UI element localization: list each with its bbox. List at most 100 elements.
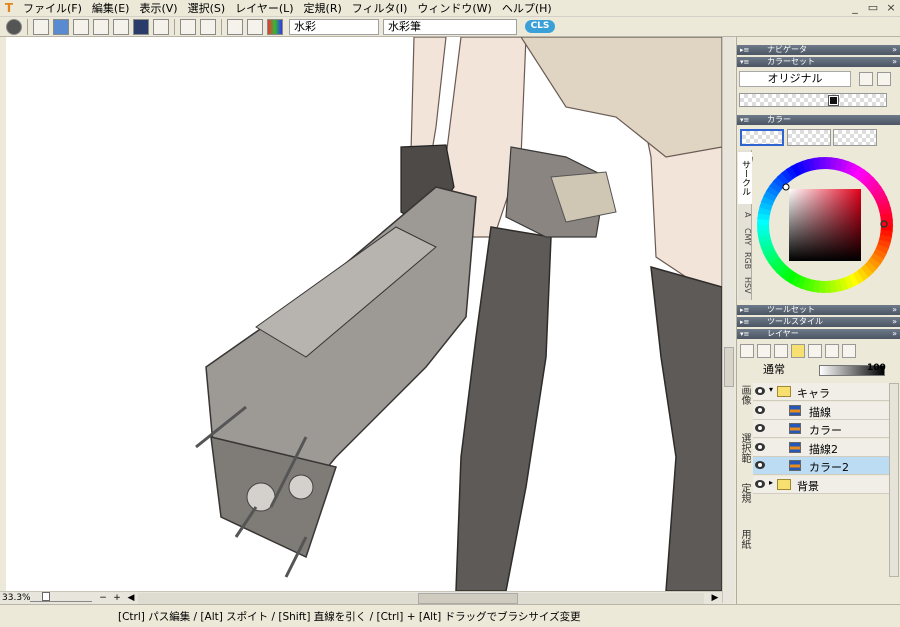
visibility-eye-icon[interactable] [755, 424, 765, 432]
vertical-scrollbar[interactable] [722, 37, 734, 603]
minimize-button[interactable]: _ [846, 0, 864, 17]
tab-selection[interactable]: 選択範 [738, 433, 752, 473]
visibility-eye-icon[interactable] [755, 387, 765, 395]
gear-icon[interactable] [6, 18, 22, 35]
new-folder-icon[interactable] [791, 344, 805, 358]
visibility-eye-icon[interactable] [755, 479, 765, 488]
zoom-out-button[interactable]: − [97, 593, 109, 604]
pen-pressure-icon[interactable] [93, 18, 109, 35]
visibility-eye-icon[interactable] [755, 442, 765, 451]
zoom-slider-knob[interactable] [42, 592, 50, 601]
colorset-panel-title[interactable]: ▾≡ カラーセット » [737, 57, 900, 67]
navigator-panel-title[interactable]: ▸≡ ナビゲータ » [737, 45, 900, 55]
layer-row[interactable]: カラー2 [753, 457, 889, 475]
toolset-panel-title[interactable]: ▸≡ ツールセット » [737, 305, 900, 315]
horizontal-scroll-track[interactable] [138, 592, 704, 604]
new-canvas-icon[interactable] [33, 18, 49, 35]
panel-toggle-icon[interactable]: ▾≡ [740, 57, 749, 67]
layer-row[interactable]: 描線 [753, 401, 889, 420]
artwork [195, 37, 722, 591]
tab-paper[interactable]: 用紙 [738, 529, 752, 559]
swatch-black[interactable] [828, 95, 839, 106]
sub-color-box[interactable] [787, 129, 831, 146]
main-color-box[interactable] [740, 129, 784, 146]
menu-file[interactable]: ファイル(F) [18, 0, 87, 17]
menu-ruler[interactable]: 定規(R) [299, 0, 347, 17]
menu-edit[interactable]: 編集(E) [87, 0, 135, 17]
scroll-right-arrow-icon[interactable]: ▶ [709, 593, 721, 604]
rotate-icon[interactable] [113, 18, 129, 35]
folder-expand-icon[interactable]: ▾ [769, 385, 773, 394]
camera-icon[interactable] [180, 18, 196, 35]
panel-toggle-icon[interactable]: ▸≡ [740, 317, 749, 327]
tab-rgb[interactable]: RGB [738, 250, 752, 272]
clip-studio-badge[interactable]: CLS [525, 20, 555, 33]
color-wheel[interactable] [757, 157, 893, 293]
palette-icon[interactable] [267, 18, 283, 35]
horizontal-scrollbar[interactable]: 33.3% − + ◀ ▶ [0, 591, 722, 604]
folder-expand-icon[interactable]: ▸ [769, 478, 773, 487]
panel-toggle-icon[interactable]: ▾≡ [740, 115, 749, 125]
tab-hsv[interactable]: HSV [738, 274, 752, 296]
close-button[interactable]: × [882, 0, 900, 17]
colorset-select[interactable]: オリジナル [739, 71, 851, 87]
transparency-icon[interactable] [153, 18, 169, 35]
checker-icon[interactable] [133, 18, 149, 35]
lock-icon[interactable] [825, 344, 839, 358]
pen-icon[interactable] [200, 18, 216, 35]
trash-icon[interactable] [808, 344, 822, 358]
layer-row[interactable]: ▸ 背景 [753, 475, 889, 494]
zoom-in-button[interactable]: + [111, 593, 123, 604]
toolstyle-panel-title[interactable]: ▸≡ ツールスタイル » [737, 317, 900, 327]
new-vector-layer-icon[interactable] [757, 344, 771, 358]
vertical-scroll-thumb[interactable] [724, 347, 734, 387]
horizontal-scroll-thumb[interactable] [418, 592, 518, 604]
colorset-swatches[interactable]: カ [739, 93, 887, 166]
panel-expand-icon[interactable]: » [892, 45, 897, 55]
panel-expand-icon[interactable]: » [892, 317, 897, 327]
restore-button[interactable]: ▭ [864, 0, 882, 17]
layer-panel-title[interactable]: ▾≡ レイヤー » [737, 329, 900, 339]
menu-filter[interactable]: フィルタ(I) [347, 0, 413, 17]
panel-expand-icon[interactable]: » [892, 305, 897, 315]
new-layer-icon[interactable] [740, 344, 754, 358]
layer-row[interactable]: ▾ キャラ [753, 383, 889, 401]
panel-expand-icon[interactable]: » [892, 329, 897, 339]
sv-cursor[interactable] [782, 183, 790, 191]
panel-toggle-icon[interactable]: ▸≡ [740, 305, 749, 315]
menu-view[interactable]: 表示(V) [134, 0, 182, 17]
layer-list-scrollbar[interactable] [889, 383, 899, 577]
menu-help[interactable]: ヘルプ(H) [497, 0, 557, 17]
panel-toggle-icon[interactable]: ▸≡ [740, 45, 749, 55]
tab-circle[interactable]: サークル [738, 152, 752, 204]
tab-image[interactable]: 画像 [738, 385, 752, 411]
layer-row[interactable]: 描線2 [753, 438, 889, 457]
colorset-new-icon[interactable] [877, 72, 891, 86]
window-icon[interactable] [53, 18, 69, 35]
menu-window[interactable]: ウィンドウ(W) [412, 0, 496, 17]
visibility-eye-icon[interactable] [755, 461, 765, 469]
visibility-eye-icon[interactable] [755, 405, 765, 414]
check-icon[interactable] [247, 18, 263, 35]
tab-ruler[interactable]: 定規 [738, 483, 752, 513]
color-panel-title[interactable]: ▾≡ カラー [737, 115, 900, 125]
tab-cmy[interactable]: CMY [738, 226, 752, 248]
menu-select[interactable]: 選択(S) [183, 0, 231, 17]
canvas[interactable] [6, 37, 722, 591]
tool-name-field[interactable]: 水彩筆 [383, 18, 517, 35]
blend-mode-select[interactable]: 通常 [753, 363, 815, 377]
menu-layer[interactable]: レイヤー(L) [230, 0, 298, 17]
mask-icon[interactable] [842, 344, 856, 358]
transparent-color-box[interactable] [833, 129, 877, 146]
colorset-palette-icon[interactable] [859, 72, 873, 86]
layer-row[interactable]: カラー [753, 420, 889, 438]
panel-expand-icon[interactable]: » [892, 57, 897, 67]
panel-toggle-icon[interactable]: ▾≡ [740, 329, 749, 339]
layer-icon[interactable] [227, 18, 243, 35]
tab-a[interactable]: A [738, 208, 752, 222]
grid-icon[interactable] [73, 18, 89, 35]
zoom-slider[interactable] [30, 592, 92, 602]
brush-name-field[interactable]: 水彩 [289, 18, 379, 35]
scroll-left-arrow-icon[interactable]: ◀ [125, 593, 137, 604]
duplicate-layer-icon[interactable] [774, 344, 788, 358]
